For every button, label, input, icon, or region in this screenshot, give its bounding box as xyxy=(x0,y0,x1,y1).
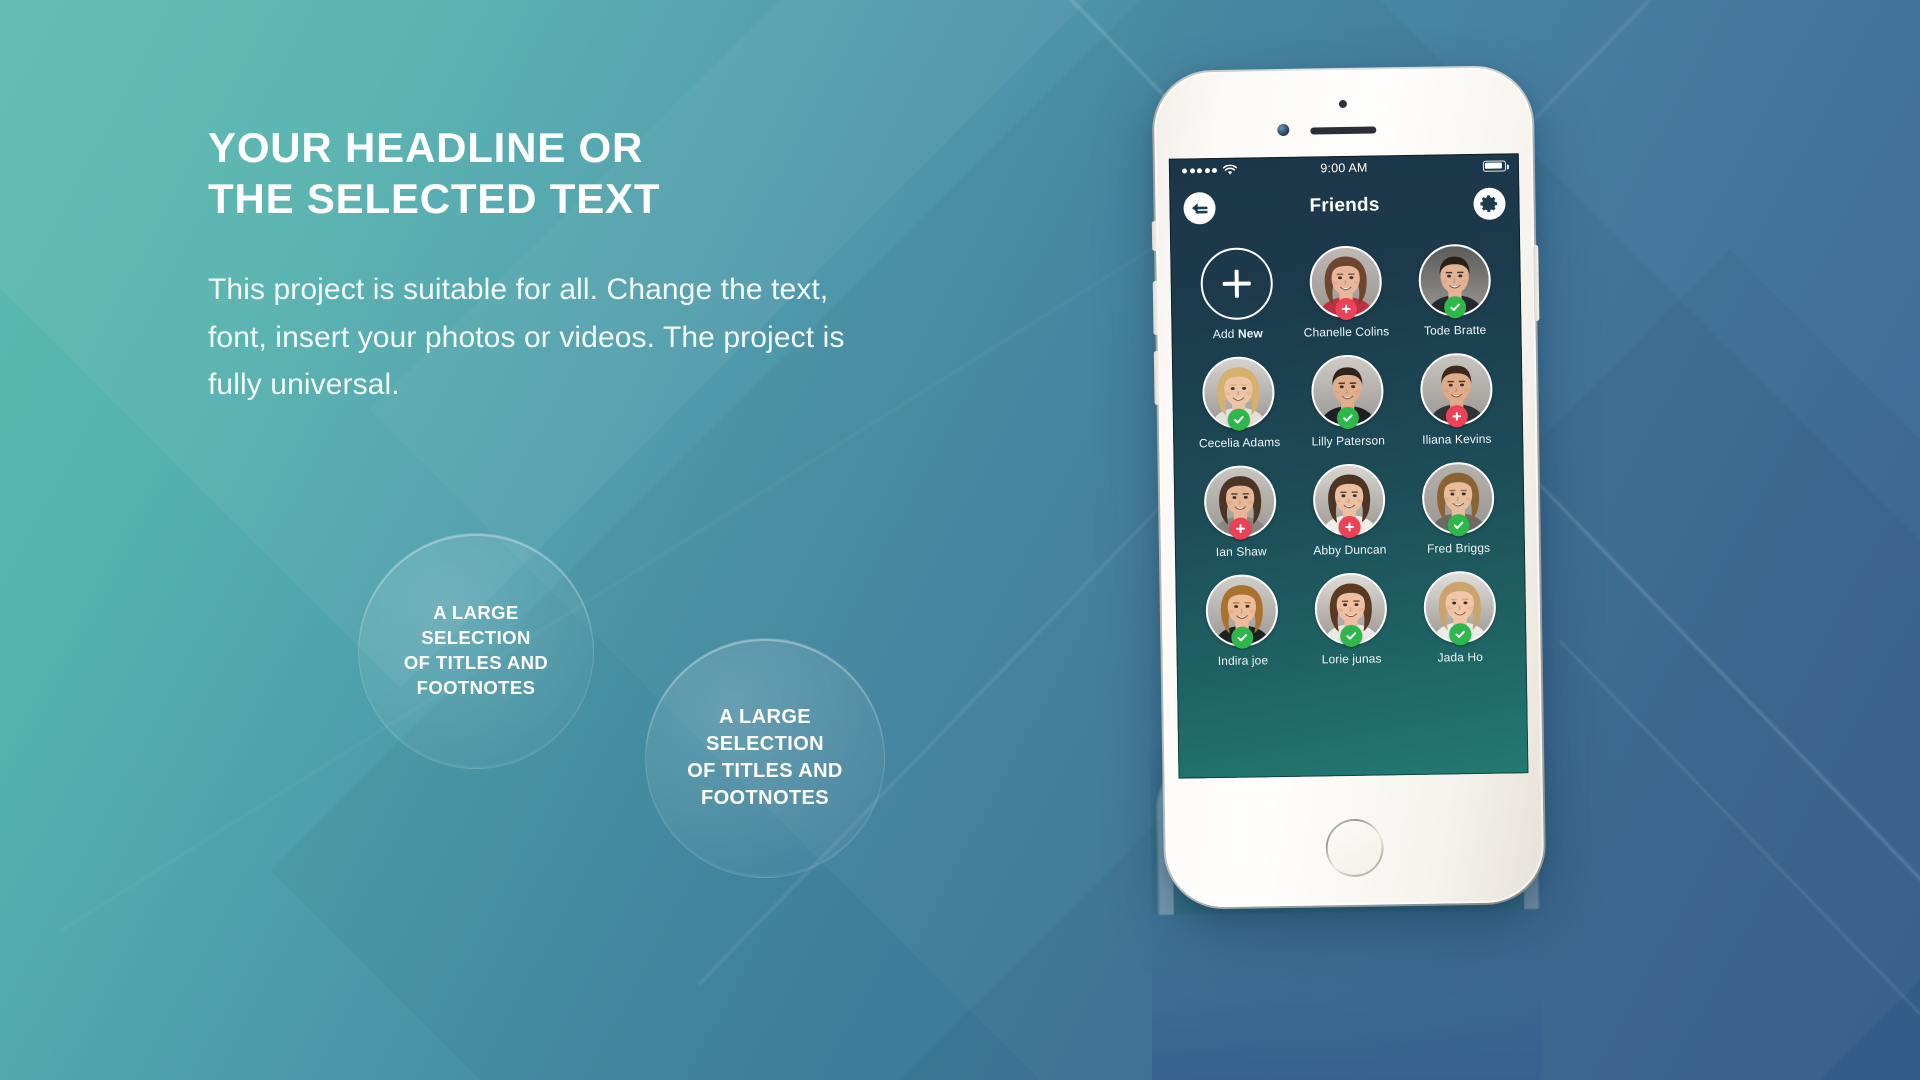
friend-avatar-wrap[interactable] xyxy=(1314,572,1388,648)
check-badge-icon[interactable] xyxy=(1447,514,1470,537)
nav-bar: Friends xyxy=(1169,177,1520,234)
friend-cell[interactable]: Indira joe xyxy=(1187,574,1297,669)
friend-cell[interactable]: Abby Duncan xyxy=(1294,463,1404,558)
friend-avatar-wrap[interactable] xyxy=(1312,463,1386,539)
plus-icon[interactable] xyxy=(1200,247,1274,321)
phone-reflection-fade xyxy=(1152,912,1542,1080)
friend-name: Cecelia Adams xyxy=(1198,435,1281,451)
friend-name: Fred Briggs xyxy=(1426,540,1491,556)
screen-title: Friends xyxy=(1309,194,1380,217)
add-badge-icon[interactable] xyxy=(1445,405,1468,428)
status-bar-time: 9:00 AM xyxy=(1320,160,1368,176)
info-bubble-2: A LARGE SELECTION OF TITLES AND FOOTNOTE… xyxy=(645,638,885,878)
power-button[interactable] xyxy=(1533,244,1540,322)
friend-avatar-wrap[interactable] xyxy=(1203,465,1278,540)
friend-name: Jada Ho xyxy=(1437,649,1484,665)
friend-name: Indira joe xyxy=(1217,653,1269,669)
check-badge-icon[interactable] xyxy=(1443,296,1466,319)
friend-avatar-wrap[interactable] xyxy=(1419,352,1493,428)
silent-switch[interactable] xyxy=(1151,220,1158,252)
info-bubble-1-label: A LARGE SELECTION OF TITLES AND FOOTNOTE… xyxy=(403,602,549,698)
friend-cell[interactable]: Cecelia Adams xyxy=(1184,356,1294,451)
body-paragraph: This project is suitable for all. Change… xyxy=(208,273,845,402)
friend-avatar-wrap[interactable] xyxy=(1205,574,1279,649)
friend-cell[interactable]: Jada Ho xyxy=(1405,570,1515,665)
friend-avatar-wrap[interactable] xyxy=(1310,354,1384,430)
phone-body: 9:00 AM Friends xyxy=(1151,67,1545,908)
add-new-label-regular: Add xyxy=(1212,326,1239,342)
wifi-icon xyxy=(1222,164,1237,175)
battery-icon xyxy=(1482,159,1507,172)
copy-block: YOUR HEADLINE OR THE SELECTED TEXT This … xyxy=(208,122,968,409)
volume-down-button[interactable] xyxy=(1153,350,1160,406)
add-new-cell[interactable]: Add New xyxy=(1182,247,1292,342)
add-new-label: Add New xyxy=(1213,326,1263,341)
friend-name: Iliana Kevins xyxy=(1422,431,1492,447)
friend-cell[interactable]: Lilly Paterson xyxy=(1293,354,1403,449)
background-ray-c xyxy=(1559,640,1920,1080)
friend-cell[interactable]: Chanelle Colins xyxy=(1291,245,1401,340)
page-title: YOUR HEADLINE OR THE SELECTED TEXT xyxy=(208,124,661,223)
proximity-sensor-icon xyxy=(1338,99,1347,109)
friend-cell[interactable]: Tode Bratte xyxy=(1399,243,1509,338)
back-arrow-icon[interactable] xyxy=(1183,192,1216,225)
friend-avatar-wrap[interactable] xyxy=(1421,461,1495,537)
info-bubble-2-label: A LARGE SELECTION OF TITLES AND FOOTNOTE… xyxy=(687,706,843,809)
friend-cell[interactable]: Iliana Kevins xyxy=(1401,352,1511,447)
friend-name: Tode Bratte xyxy=(1423,322,1487,338)
volume-up-button[interactable] xyxy=(1152,280,1159,336)
friend-avatar-wrap[interactable] xyxy=(1417,243,1491,319)
earpiece-speaker-icon xyxy=(1310,126,1377,135)
friend-name: Ian Shaw xyxy=(1215,544,1267,560)
friend-name: Lilly Paterson xyxy=(1311,433,1386,449)
phone-screen: 9:00 AM Friends xyxy=(1168,153,1529,779)
check-badge-icon[interactable] xyxy=(1448,623,1472,646)
add-new-label-bold: New xyxy=(1237,326,1263,341)
front-camera-icon xyxy=(1277,123,1290,137)
friend-name: Abby Duncan xyxy=(1313,542,1387,558)
slide-canvas: YOUR HEADLINE OR THE SELECTED TEXT This … xyxy=(0,0,1920,1080)
friend-cell[interactable]: Lorie junas xyxy=(1296,572,1406,667)
friend-name: Chanelle Colins xyxy=(1303,324,1390,340)
add-new-avatar[interactable] xyxy=(1200,247,1274,321)
signal-strength-icon xyxy=(1181,167,1217,174)
phone-mockup: 9:00 AM Friends Add New Chanelle Colins … xyxy=(1145,67,1548,913)
friend-avatar-wrap[interactable] xyxy=(1309,245,1383,321)
friend-cell[interactable]: Fred Briggs xyxy=(1403,461,1513,556)
home-button[interactable] xyxy=(1325,818,1385,878)
friends-grid: Add New Chanelle Colins Tode Bratte Cece… xyxy=(1170,229,1527,668)
friend-name: Lorie junas xyxy=(1321,651,1382,667)
gear-icon[interactable] xyxy=(1473,187,1506,220)
info-bubble-1: A LARGE SELECTION OF TITLES AND FOOTNOTE… xyxy=(358,533,594,769)
friend-avatar-wrap[interactable] xyxy=(1422,570,1497,646)
friend-avatar-wrap[interactable] xyxy=(1202,356,1276,431)
friend-cell[interactable]: Ian Shaw xyxy=(1186,465,1296,560)
